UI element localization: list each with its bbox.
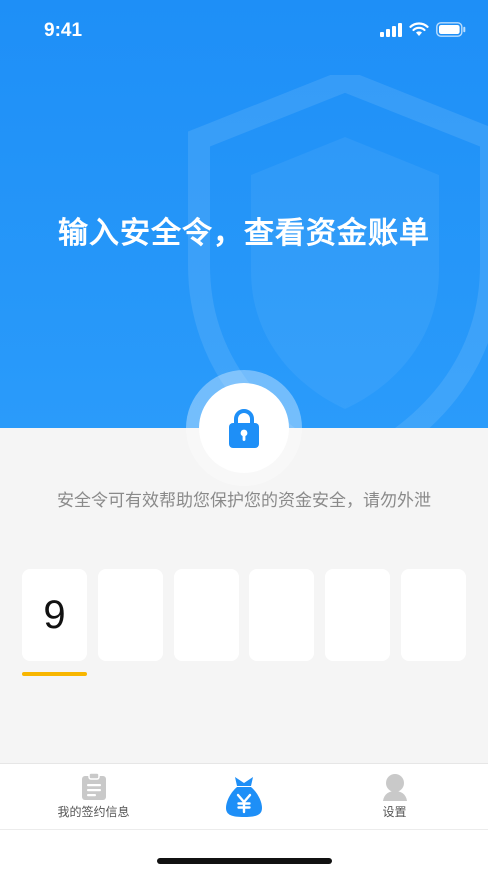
code-digit-3[interactable] bbox=[173, 569, 239, 661]
code-digit-6[interactable] bbox=[401, 569, 466, 661]
tab-label: 设置 bbox=[382, 805, 407, 819]
active-digit-underline bbox=[22, 672, 87, 676]
wifi-icon bbox=[409, 22, 429, 36]
lock-badge bbox=[199, 383, 289, 473]
tab-settings[interactable]: 设置 bbox=[313, 764, 476, 830]
code-input-row[interactable]: 9 bbox=[22, 569, 466, 661]
status-bar: 9:41 bbox=[0, 0, 488, 64]
home-indicator[interactable] bbox=[157, 858, 332, 864]
status-time: 9:41 bbox=[44, 20, 83, 41]
hero-banner: 9:41 输入安全令，查看资金账单 bbox=[0, 0, 488, 428]
user-icon bbox=[382, 774, 407, 801]
signal-icon bbox=[380, 22, 402, 37]
security-hint: 安全令可有效帮助您保护您的资金安全，请勿外泄 bbox=[57, 491, 431, 511]
tab-my-contract-info[interactable]: 我的签约信息 bbox=[12, 764, 175, 830]
hero-title: 输入安全令，查看资金账单 bbox=[58, 216, 430, 251]
battery-icon bbox=[436, 22, 466, 37]
code-digit-4[interactable] bbox=[249, 569, 315, 661]
tab-label: 我的签约信息 bbox=[57, 805, 130, 819]
money-bag-icon bbox=[225, 777, 262, 817]
lock-icon bbox=[229, 409, 259, 448]
tab-bar: 我的签约信息 设置 bbox=[0, 763, 488, 829]
status-icons bbox=[380, 22, 466, 37]
code-digit-5[interactable] bbox=[325, 569, 391, 661]
document-icon bbox=[81, 773, 106, 800]
code-digit-1[interactable]: 9 bbox=[22, 569, 87, 661]
code-digit-2[interactable] bbox=[97, 569, 163, 661]
home-indicator-area bbox=[0, 829, 488, 874]
tab-bill[interactable] bbox=[162, 764, 325, 830]
